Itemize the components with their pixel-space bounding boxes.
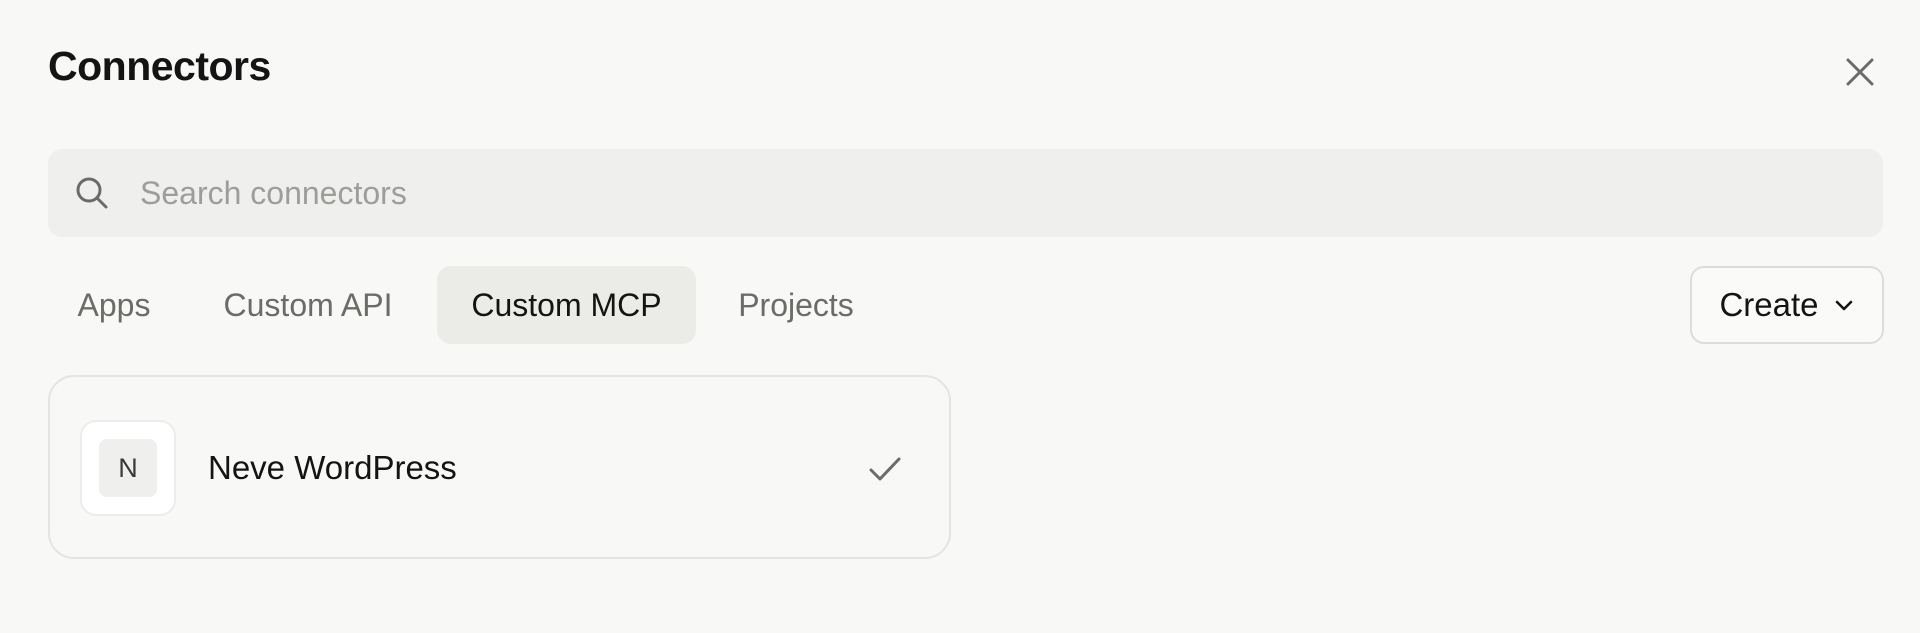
dialog-title: Connectors: [48, 43, 271, 89]
close-button[interactable]: [1838, 50, 1882, 94]
tab-custom-mcp[interactable]: Custom MCP: [437, 266, 696, 344]
tab-apps[interactable]: Apps: [48, 266, 180, 344]
chevron-down-icon: [1835, 300, 1852, 311]
create-button-label: Create: [1719, 286, 1819, 323]
create-button[interactable]: Create: [1690, 266, 1884, 344]
close-icon: [1846, 58, 1874, 86]
connector-card[interactable]: N Neve WordPress: [48, 375, 951, 559]
connectors-dialog: Connectors Apps Custom API Custom MCP Pr…: [0, 0, 1920, 633]
search-input[interactable]: [91, 149, 1791, 237]
connector-logo: N: [80, 420, 176, 516]
check-icon: [869, 457, 901, 481]
connector-initial: N: [99, 439, 157, 497]
tab-custom-api[interactable]: Custom API: [195, 266, 421, 344]
tab-projects[interactable]: Projects: [712, 266, 880, 344]
search-bar: [48, 149, 1883, 237]
connector-name: Neve WordPress: [208, 449, 457, 486]
